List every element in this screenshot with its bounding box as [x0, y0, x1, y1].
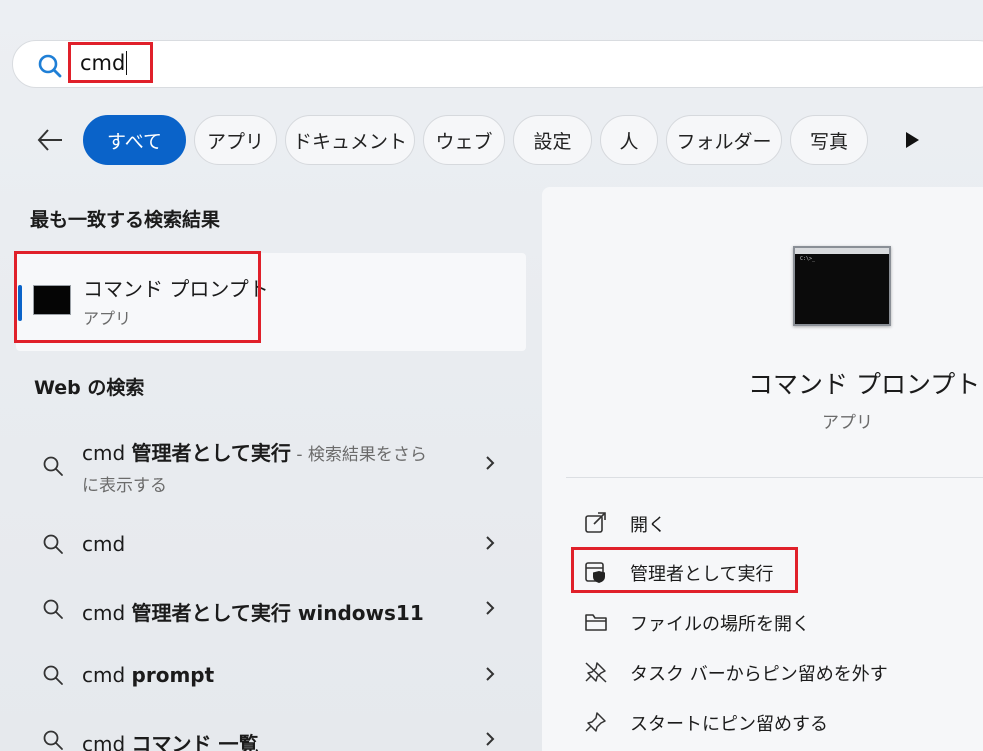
filter-folders[interactable]: フォルダー	[666, 115, 782, 165]
preview-type: アプリ	[822, 413, 873, 433]
chevron-right-icon	[486, 456, 495, 470]
play-more-icon[interactable]	[904, 131, 920, 149]
unpin-icon	[585, 662, 607, 683]
web-result-line2: に表示する	[82, 476, 167, 496]
chevron-right-icon	[486, 732, 495, 746]
search-bar[interactable]	[12, 40, 983, 88]
action-label: ファイルの場所を開く	[630, 614, 810, 635]
preview-divider	[566, 477, 983, 478]
web-result-text: cmd 管理者として実行 - 検索結果をさら	[82, 441, 427, 465]
search-query-text: cmd	[80, 50, 126, 75]
web-result-text: cmd コマンド 一覧	[82, 732, 259, 751]
action-open-file-location[interactable]: ファイルの場所を開く	[580, 607, 980, 637]
pin-icon	[585, 712, 606, 732]
filter-bar: すべて アプリ ドキュメント ウェブ 設定 人 フォルダー 写真	[0, 115, 983, 165]
action-label: 開く	[630, 515, 666, 536]
search-icon	[43, 534, 63, 554]
best-match-highlight-box	[14, 251, 261, 343]
filter-settings[interactable]: 設定	[513, 115, 592, 165]
filter-all[interactable]: すべて	[83, 115, 186, 165]
web-result-row[interactable]: cmd 管理者として実行 windows11	[0, 595, 530, 625]
search-icon	[43, 665, 63, 685]
search-icon	[38, 54, 62, 78]
action-label: スタートにピン留めする	[630, 714, 828, 735]
search-icon	[43, 730, 63, 750]
filter-photos[interactable]: 写真	[790, 115, 868, 165]
web-result-text: cmd 管理者として実行 windows11	[82, 601, 424, 625]
admin-highlight-box	[571, 547, 798, 593]
search-input[interactable]: cmd	[68, 42, 153, 83]
action-open[interactable]: 開く	[580, 508, 980, 538]
chevron-right-icon	[486, 601, 495, 615]
action-unpin-taskbar[interactable]: タスク バーからピン留めを外す	[580, 657, 980, 687]
best-match-heading: 最も一致する検索結果	[30, 209, 221, 231]
preview-title: コマンド プロンプト	[748, 370, 981, 399]
web-result-row[interactable]: cmd prompt	[0, 661, 530, 691]
chevron-right-icon	[486, 667, 495, 681]
back-arrow-icon[interactable]	[36, 127, 64, 153]
web-result-text: cmd	[82, 532, 126, 556]
search-icon	[43, 599, 63, 619]
filter-documents[interactable]: ドキュメント	[285, 115, 415, 165]
command-prompt-large-icon: C:\>_	[793, 246, 891, 326]
chevron-right-icon	[486, 536, 495, 550]
web-result-text: cmd prompt	[82, 663, 215, 687]
open-external-icon	[585, 512, 606, 533]
thumb-titlebar	[795, 248, 889, 254]
filter-web[interactable]: ウェブ	[423, 115, 505, 165]
action-pin-start[interactable]: スタートにピン留めする	[580, 707, 980, 737]
web-result-row[interactable]: cmd 管理者として実行 - 検索結果をさら に表示する	[0, 437, 530, 497]
web-result-row[interactable]: cmd コマンド 一覧	[0, 726, 530, 751]
folder-icon	[585, 614, 607, 631]
thumb-prompt-text: C:\>_	[800, 256, 816, 262]
text-caret	[126, 50, 128, 75]
action-label: タスク バーからピン留めを外す	[630, 664, 888, 685]
filter-people[interactable]: 人	[600, 115, 658, 165]
web-search-heading: Web の検索	[34, 377, 145, 399]
search-icon	[43, 456, 63, 476]
web-result-row[interactable]: cmd	[0, 530, 530, 560]
filter-apps[interactable]: アプリ	[194, 115, 277, 165]
